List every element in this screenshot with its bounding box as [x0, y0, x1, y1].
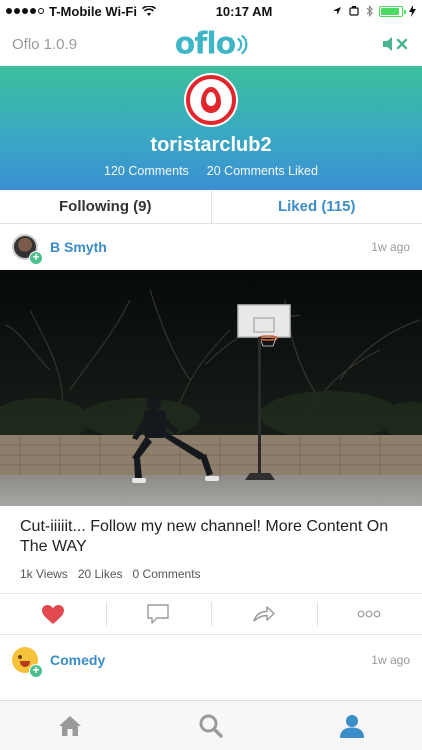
profile-tabs: Following (9) Liked (115): [0, 190, 422, 224]
post-stats: 1k Views 20 Likes 0 Comments: [20, 567, 201, 581]
avatar[interactable]: +: [12, 234, 43, 265]
speaker-mute-icon: [383, 37, 408, 51]
video-thumbnail[interactable]: [0, 270, 422, 506]
app-version-label: Oflo 1.0.9: [12, 35, 78, 53]
post-header-2: + Comedy 1w ago: [0, 642, 422, 678]
home-icon: [59, 715, 82, 736]
carrier-label: T-Mobile Wi-Fi: [49, 3, 137, 19]
search-icon: [199, 714, 223, 738]
post-header: + B Smyth 1w ago: [0, 224, 422, 270]
status-bar: T-Mobile Wi-Fi 10:17 AM: [0, 0, 422, 22]
comment-button[interactable]: [105, 594, 212, 634]
charging-icon: [409, 5, 416, 17]
tab-home[interactable]: [0, 701, 141, 750]
tab-profile[interactable]: [281, 701, 422, 750]
nav-bar: Oflo 1.0.9 oflo: [0, 22, 422, 66]
views-count: 1k Views: [20, 567, 68, 581]
oflo-logo: oflo: [175, 27, 248, 62]
egg-icon: [201, 87, 221, 113]
comments-count-post: 0 Comments: [132, 567, 201, 581]
bottom-tab-bar: [0, 700, 422, 750]
profile-header: toristarclub2 120 Comments 20 Comments L…: [0, 66, 422, 190]
post-time-2: 1w ago: [371, 653, 410, 667]
bluetooth-icon: [366, 5, 373, 17]
location-arrow-icon: [333, 7, 341, 15]
clock: 10:17 AM: [215, 3, 273, 19]
battery-icon: [379, 5, 406, 17]
tab-liked[interactable]: Liked (115): [212, 190, 422, 223]
post-actions: [0, 593, 422, 635]
profile-username: toristarclub2: [150, 134, 272, 156]
logo-waves-icon: [236, 34, 248, 54]
signal-strength-icon: [6, 8, 44, 14]
likes-count: 20 Likes: [77, 567, 123, 581]
more-button[interactable]: [316, 594, 422, 634]
mute-button[interactable]: [382, 35, 410, 53]
status-left: T-Mobile Wi-Fi: [6, 4, 156, 19]
follow-plus-icon-2[interactable]: +: [29, 664, 43, 678]
comments-count[interactable]: 120 Comments: [104, 164, 189, 178]
like-button[interactable]: [0, 594, 106, 634]
comment-icon: [147, 604, 169, 624]
post-time: 1w ago: [371, 240, 410, 254]
status-right: [332, 5, 416, 17]
wifi-icon: [141, 5, 156, 16]
share-arrow-icon: [253, 606, 275, 622]
video-frame: [0, 270, 422, 506]
heart-icon: [41, 604, 64, 624]
logo-text: oflo: [174, 26, 237, 62]
profile-counts: 120 Comments 20 Comments Liked: [0, 164, 422, 178]
profile-person-icon: [339, 714, 364, 738]
post-author-2[interactable]: Comedy: [50, 652, 105, 668]
alarm-icon: [349, 6, 359, 16]
post-caption: Cut-iiiiit... Follow my new channel! Mor…: [20, 518, 389, 555]
avatar-2[interactable]: +: [12, 647, 43, 678]
tab-following[interactable]: Following (9): [0, 190, 212, 223]
follow-plus-icon[interactable]: +: [29, 251, 43, 265]
more-dots-icon: [357, 610, 381, 618]
post-author[interactable]: B Smyth: [50, 239, 107, 255]
profile-avatar[interactable]: [186, 75, 236, 125]
share-button[interactable]: [211, 594, 317, 634]
liked-count[interactable]: 20 Comments Liked: [207, 164, 318, 178]
tab-search[interactable]: [141, 701, 282, 750]
